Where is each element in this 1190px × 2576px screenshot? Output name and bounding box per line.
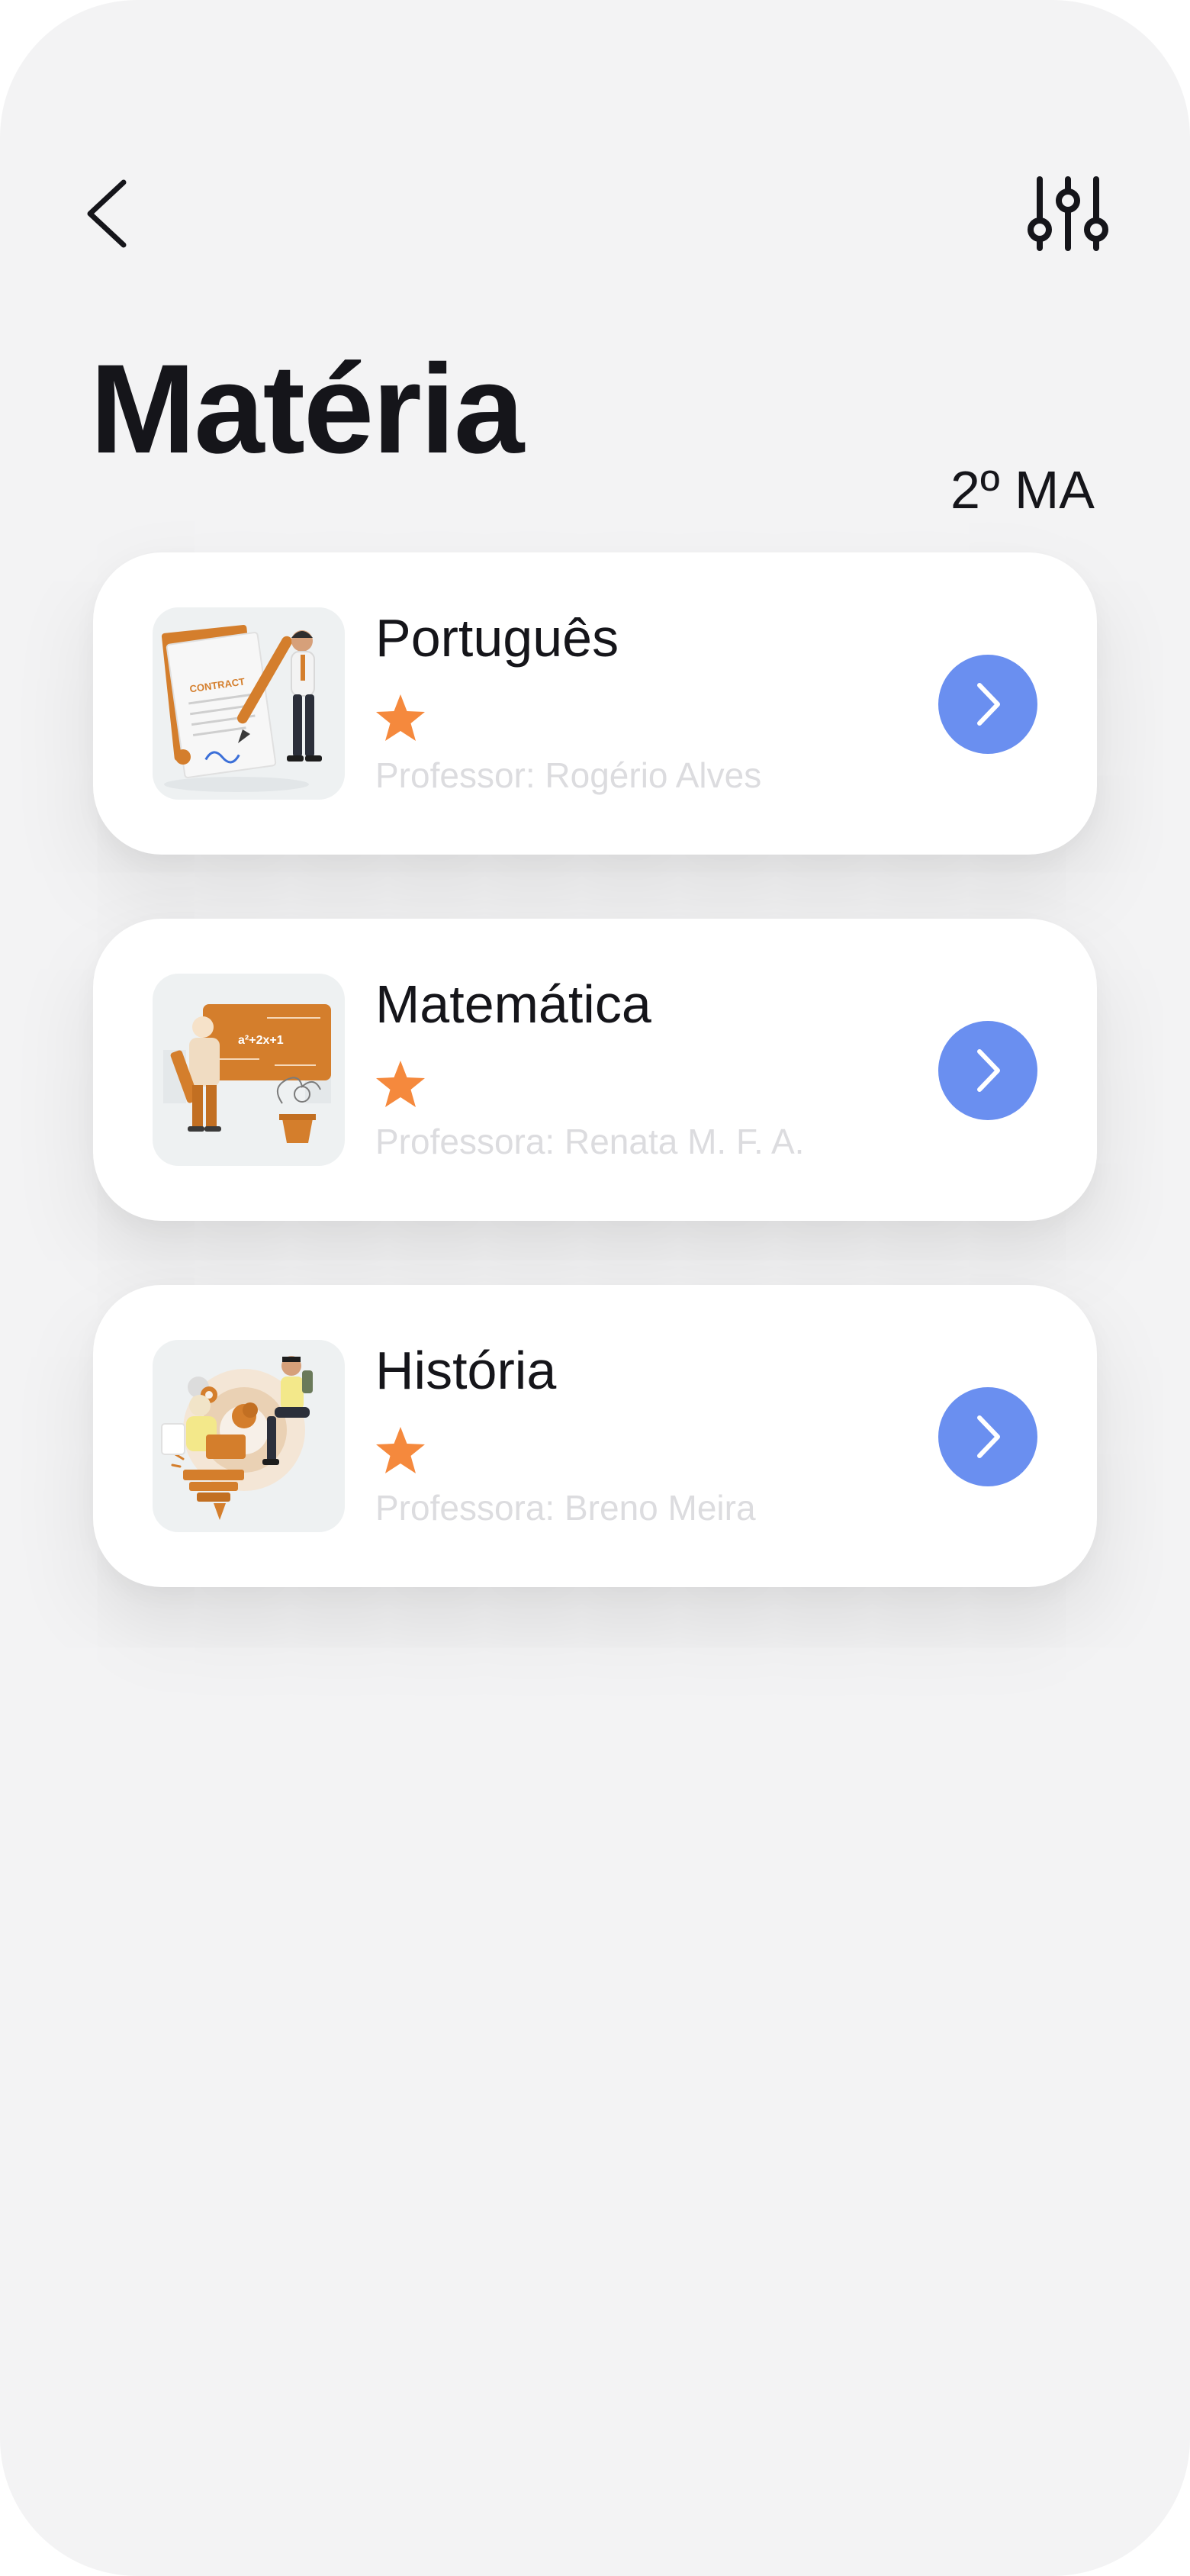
chevron-right-icon — [977, 1415, 1000, 1458]
star-icon — [376, 694, 425, 741]
sliders-icon — [1028, 176, 1108, 251]
subject-name: Português — [375, 608, 619, 668]
open-subject-button[interactable] — [938, 1387, 1037, 1486]
chevron-left-icon — [87, 179, 127, 248]
subject-name: Matemática — [375, 974, 651, 1034]
page-title: Matéria — [90, 339, 524, 480]
contract-writing-illustration: CONTRACT — [153, 607, 345, 800]
teacher-name: Professor: Rogério Alves — [375, 755, 762, 795]
app-screen: Matéria 2º MA CONTRACT Português Profess… — [0, 0, 1190, 2576]
subject-card-portugues[interactable]: CONTRACT Português Professor: Rogério Al… — [93, 552, 1097, 855]
star-icon — [376, 1427, 425, 1473]
chevron-right-icon — [977, 683, 1000, 726]
teacher-name: Professora: Renata M. F. A. — [375, 1122, 805, 1161]
history-study-illustration — [153, 1340, 345, 1532]
back-button[interactable] — [76, 172, 137, 256]
svg-text:a²+2x+1: a²+2x+1 — [238, 1034, 284, 1047]
subject-name: História — [375, 1341, 557, 1400]
open-subject-button[interactable] — [938, 1021, 1037, 1120]
subject-card-matematica[interactable]: a²+2x+1 Matemática Professora: Renata M.… — [93, 919, 1097, 1221]
math-teacher-chalkboard-illustration: a²+2x+1 — [153, 974, 345, 1166]
class-label: 2º MA — [950, 460, 1095, 520]
filter-button[interactable] — [1026, 172, 1110, 256]
chevron-right-icon — [977, 1049, 1000, 1092]
open-subject-button[interactable] — [938, 655, 1037, 754]
subject-card-historia[interactable]: História Professora: Breno Meira — [93, 1285, 1097, 1587]
star-icon — [376, 1061, 425, 1107]
teacher-name: Professora: Breno Meira — [375, 1488, 756, 1528]
